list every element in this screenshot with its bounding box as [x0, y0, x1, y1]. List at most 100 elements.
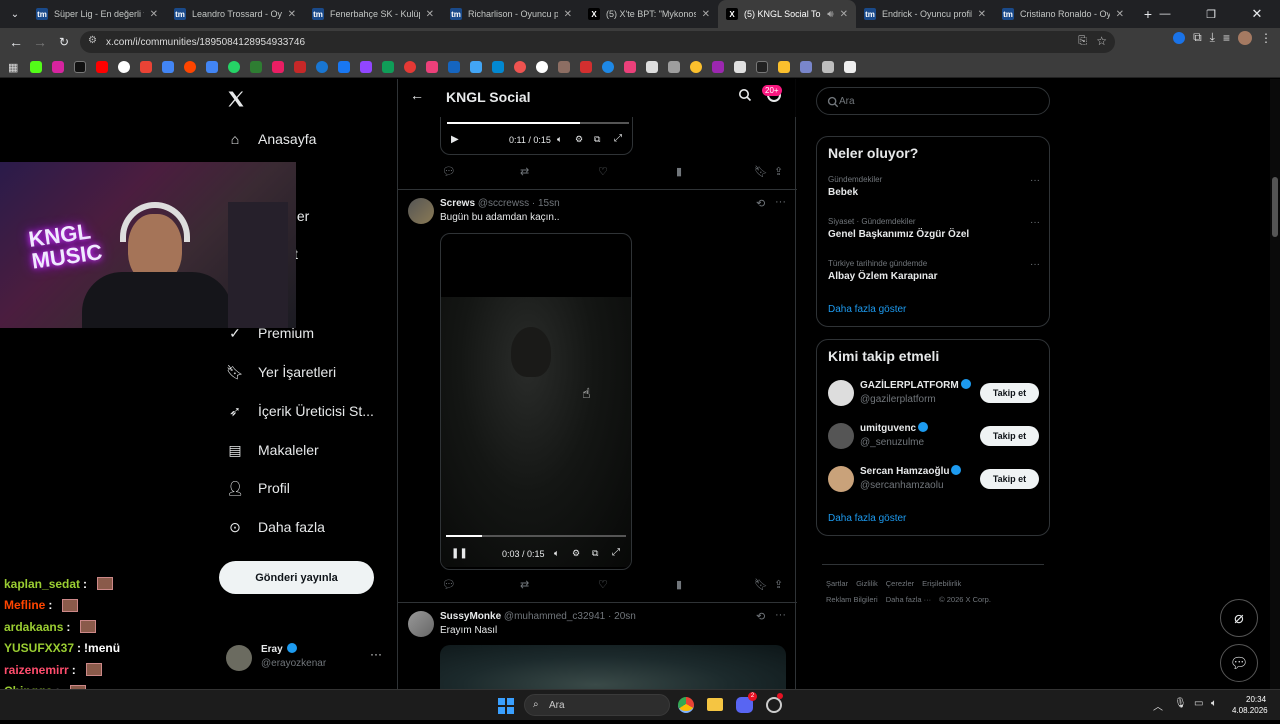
post-time[interactable]: 20sn	[614, 611, 636, 622]
bookmark-app13-icon[interactable]	[690, 60, 702, 73]
pause-icon[interactable]: ❚❚	[451, 548, 468, 559]
bookmark-play-icon[interactable]	[316, 60, 328, 73]
chrome-taskbar-icon[interactable]	[678, 697, 694, 713]
footer-link[interactable]: Reklam Bilgileri	[826, 595, 878, 604]
pip-icon[interactable]: ⧉	[594, 134, 600, 145]
views-icon[interactable]: ▮	[676, 165, 682, 178]
bookmark-folder-icon[interactable]	[778, 60, 790, 73]
avatar[interactable]	[408, 611, 434, 637]
more-horizontal-icon[interactable]: ···	[775, 609, 786, 621]
bookmark-facebook-icon[interactable]	[338, 60, 350, 73]
avatar[interactable]	[408, 198, 434, 224]
suggestion-item[interactable]: GAZİLERPLATFORM @gazilerplatform Takip et	[817, 378, 1049, 412]
avatar[interactable]	[828, 423, 854, 449]
bookmark-card-icon[interactable]	[294, 60, 306, 73]
browser-tab[interactable]: tm Süper Lig - En değerli futb ✕	[28, 0, 166, 28]
repost-icon[interactable]: ⇄	[520, 578, 529, 591]
follow-button[interactable]: Takip et	[980, 426, 1039, 446]
bookmark-app15-icon[interactable]	[734, 60, 746, 73]
suggestion-name[interactable]: umitguvenc	[860, 423, 916, 434]
pip-icon[interactable]: ⧉	[592, 548, 598, 559]
browser-tab[interactable]: tm Fenerbahçe SK - Kulüple il ✕	[304, 0, 442, 28]
tab-close-icon[interactable]: ✕	[564, 9, 572, 20]
share-icon[interactable]: ⇪	[774, 578, 783, 591]
forward-button[interactable]: →	[28, 30, 52, 54]
search-icon[interactable]	[738, 88, 752, 102]
footer-link[interactable]: Şartlar	[826, 579, 848, 588]
bookmark-app2-icon[interactable]	[426, 60, 438, 73]
views-icon[interactable]: ▮	[676, 578, 682, 591]
post-handle[interactable]: @sccrewss	[478, 198, 529, 209]
maximize-button[interactable]: ❐	[1188, 2, 1234, 26]
bookmark-gmail-icon[interactable]	[140, 60, 152, 73]
footer-link[interactable]: Çerezler	[886, 579, 914, 588]
post[interactable]: Screws @sccrewss · 15sn ⟲ ··· Bugün bu a…	[398, 190, 797, 602]
tab-audio-icon[interactable]: 🔊︎	[827, 9, 833, 20]
bookmark-app17-icon[interactable]	[800, 60, 812, 73]
clock-time[interactable]: 20:34	[1246, 695, 1266, 704]
bookmark-app19-icon[interactable]	[844, 60, 856, 73]
browser-tab[interactable]: tm Cristiano Ronaldo - Oyun ✕	[994, 0, 1132, 28]
footer-link[interactable]: Gizlilik	[856, 579, 878, 588]
windows-start-icon[interactable]	[498, 698, 514, 714]
bookmark-reddit-icon[interactable]	[184, 60, 196, 73]
reply-icon[interactable]: 💬︎	[442, 165, 456, 178]
messages-fab-button[interactable]: 💬︎	[1220, 644, 1258, 682]
bookmark-app12-icon[interactable]	[668, 60, 680, 73]
suggestion-item[interactable]: umitguvenc @_senuzulme Takip et	[817, 421, 1049, 455]
apps-icon[interactable]: ▦	[8, 61, 20, 74]
bookmark-app9-icon[interactable]	[602, 60, 614, 73]
more-horizontal-icon[interactable]: ···	[775, 196, 786, 208]
bookmark-app14-icon[interactable]	[712, 60, 724, 73]
chevron-up-icon[interactable]: ︿	[1153, 698, 1163, 713]
search-input[interactable]: Ara	[816, 87, 1050, 115]
tab-close-icon[interactable]: ✕	[288, 9, 296, 20]
bookmark-twitch-icon[interactable]	[360, 60, 372, 73]
bookmark-x-icon[interactable]	[74, 60, 86, 73]
trends-show-more[interactable]: Daha fazla göster	[828, 304, 906, 315]
browser-tab[interactable]: tm Endrick - Oyuncu profili 2 ✕	[856, 0, 994, 28]
bookmark-dollar-icon[interactable]	[250, 60, 262, 73]
post-author[interactable]: SussyMonke	[440, 611, 501, 622]
install-app-icon[interactable]: ⎘	[1078, 35, 1087, 48]
suggestion-name[interactable]: GAZİLERPLATFORM	[860, 380, 959, 391]
trend-item[interactable]: Türkiye tarihinde gündemde Albay Özlem Ka…	[828, 259, 1040, 293]
tab-close-icon[interactable]: ✕	[840, 9, 848, 20]
profile-avatar-icon[interactable]	[1238, 30, 1252, 45]
bookmark-icon[interactable]: 🔖︎	[754, 578, 768, 591]
like-icon[interactable]: ♡	[598, 165, 608, 178]
video-player[interactable]: ▶ 0:11 / 0:15 🔈︎ ⚙ ⧉ ⤢	[440, 117, 633, 155]
tab-close-icon[interactable]: ✕	[426, 9, 434, 20]
video-settings-icon[interactable]: ⚙	[572, 548, 580, 559]
fullscreen-icon[interactable]: ⤢	[612, 547, 620, 558]
bookmark-drive-icon[interactable]	[162, 60, 174, 73]
footer-link[interactable]: Daha fazla ···	[886, 595, 931, 604]
clock-date[interactable]: 4.08.2026	[1232, 706, 1268, 715]
reply-icon[interactable]: 💬︎	[442, 578, 456, 591]
microphone-icon[interactable]: 🎙︎	[1174, 698, 1187, 709]
download-icon[interactable]: ⤓	[1210, 30, 1215, 45]
puzzle-icon[interactable]: ⧉	[1193, 30, 1202, 45]
back-arrow-icon[interactable]: ←	[410, 87, 424, 103]
video-settings-icon[interactable]: ⚙	[575, 134, 583, 145]
video-frame[interactable]	[441, 297, 631, 567]
tab-close-icon[interactable]: ✕	[1116, 9, 1124, 20]
chat-username[interactable]: kaplan_sedat	[4, 577, 80, 591]
grok-fab-button[interactable]: ⌀	[1220, 599, 1258, 637]
chat-username[interactable]: raizenemirr	[4, 663, 69, 677]
bookmark-icon[interactable]: 🔖︎	[754, 165, 768, 178]
star-icon[interactable]: ☆	[1096, 34, 1107, 48]
grok-icon[interactable]: ⟲	[756, 610, 765, 623]
post-time[interactable]: 15sn	[538, 198, 560, 209]
scrollbar-thumb[interactable]	[1272, 177, 1278, 237]
chat-username[interactable]: ardakaans	[4, 620, 63, 634]
trend-item[interactable]: Siyaset · Gündemdekiler Genel Başkanımız …	[828, 217, 1040, 251]
bookmark-app5-icon[interactable]	[514, 60, 526, 73]
sidebar-item-more-circle[interactable]: ⊙ Daha fazla	[226, 512, 325, 542]
bookmark-youtube-icon[interactable]	[96, 60, 108, 73]
video-progress-track[interactable]	[447, 122, 629, 124]
more-horizontal-icon[interactable]: ···	[1030, 175, 1040, 186]
fullscreen-icon[interactable]: ⤢	[614, 133, 622, 144]
repost-icon[interactable]: ⇄	[520, 165, 529, 178]
bookmark-google-icon[interactable]	[118, 60, 130, 73]
